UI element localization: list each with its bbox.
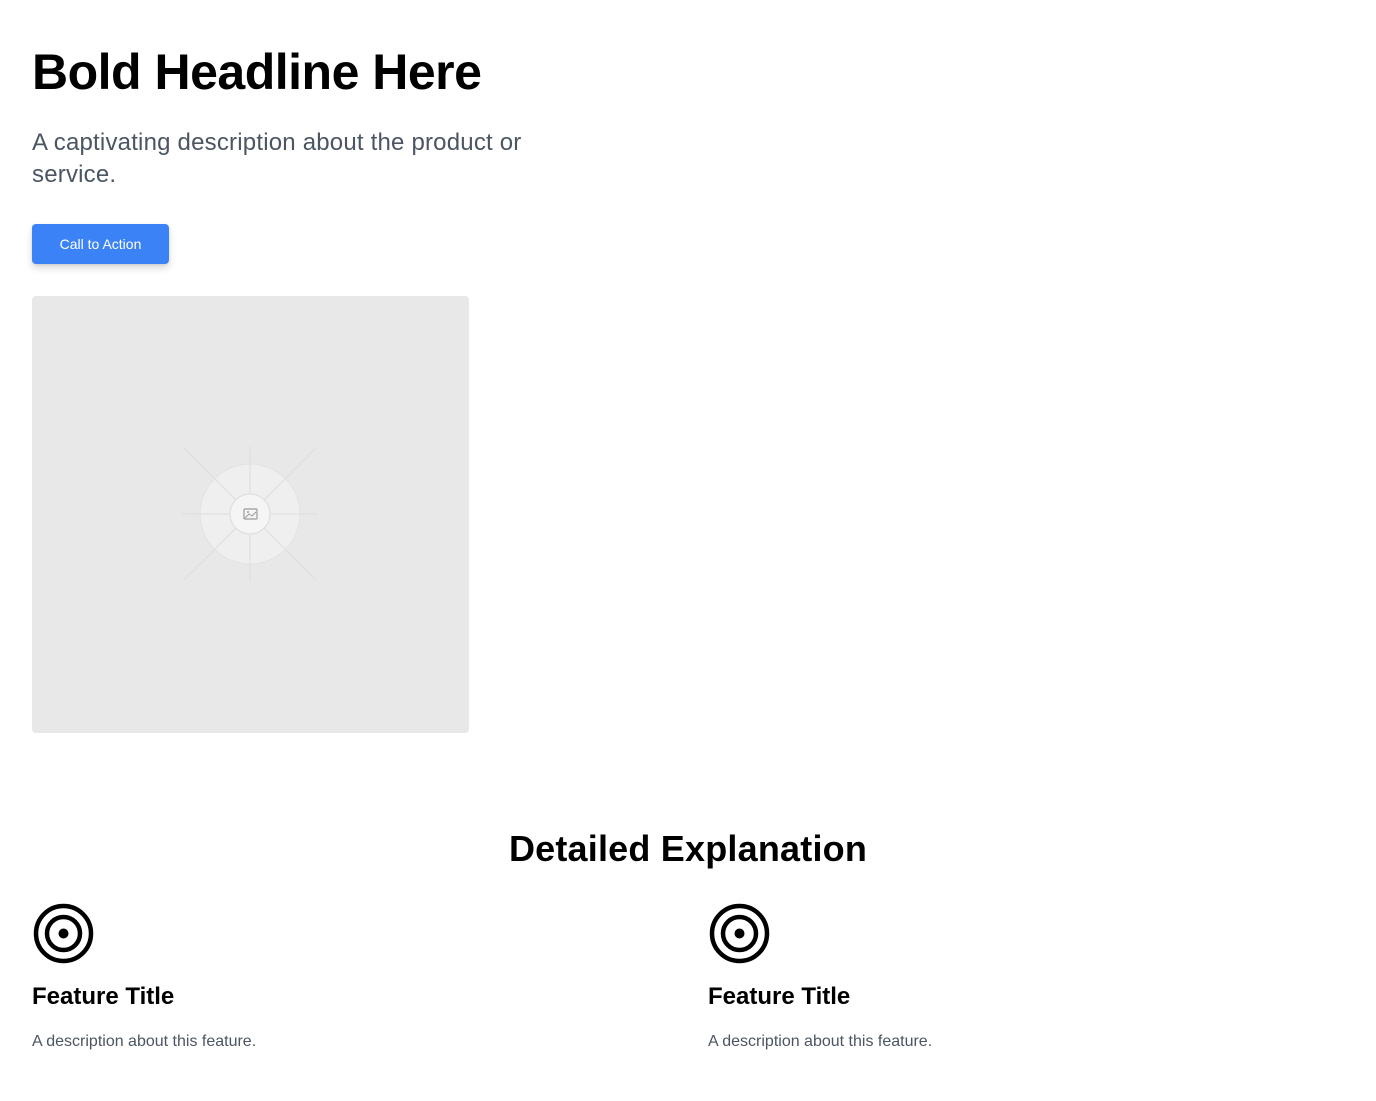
image-placeholder-graphic (182, 446, 318, 582)
hero-description: A captivating description about the prod… (32, 129, 522, 188)
landing-page: Bold Headline Here A captivating descrip… (0, 0, 1376, 1101)
section-title: Detailed Explanation (508, 828, 868, 869)
hero-headline: Bold Headline Here (32, 44, 482, 100)
target-icon (33, 903, 94, 964)
feature-description: A description about this feature. (708, 1033, 933, 1050)
feature-title: Feature Title (32, 983, 175, 1010)
target-icon (709, 903, 770, 964)
feature-description: A description about this feature. (32, 1033, 257, 1050)
feature-title: Feature Title (708, 983, 851, 1010)
call-to-action-button[interactable]: Call to Action (32, 224, 169, 264)
hero-image-placeholder (32, 296, 469, 733)
